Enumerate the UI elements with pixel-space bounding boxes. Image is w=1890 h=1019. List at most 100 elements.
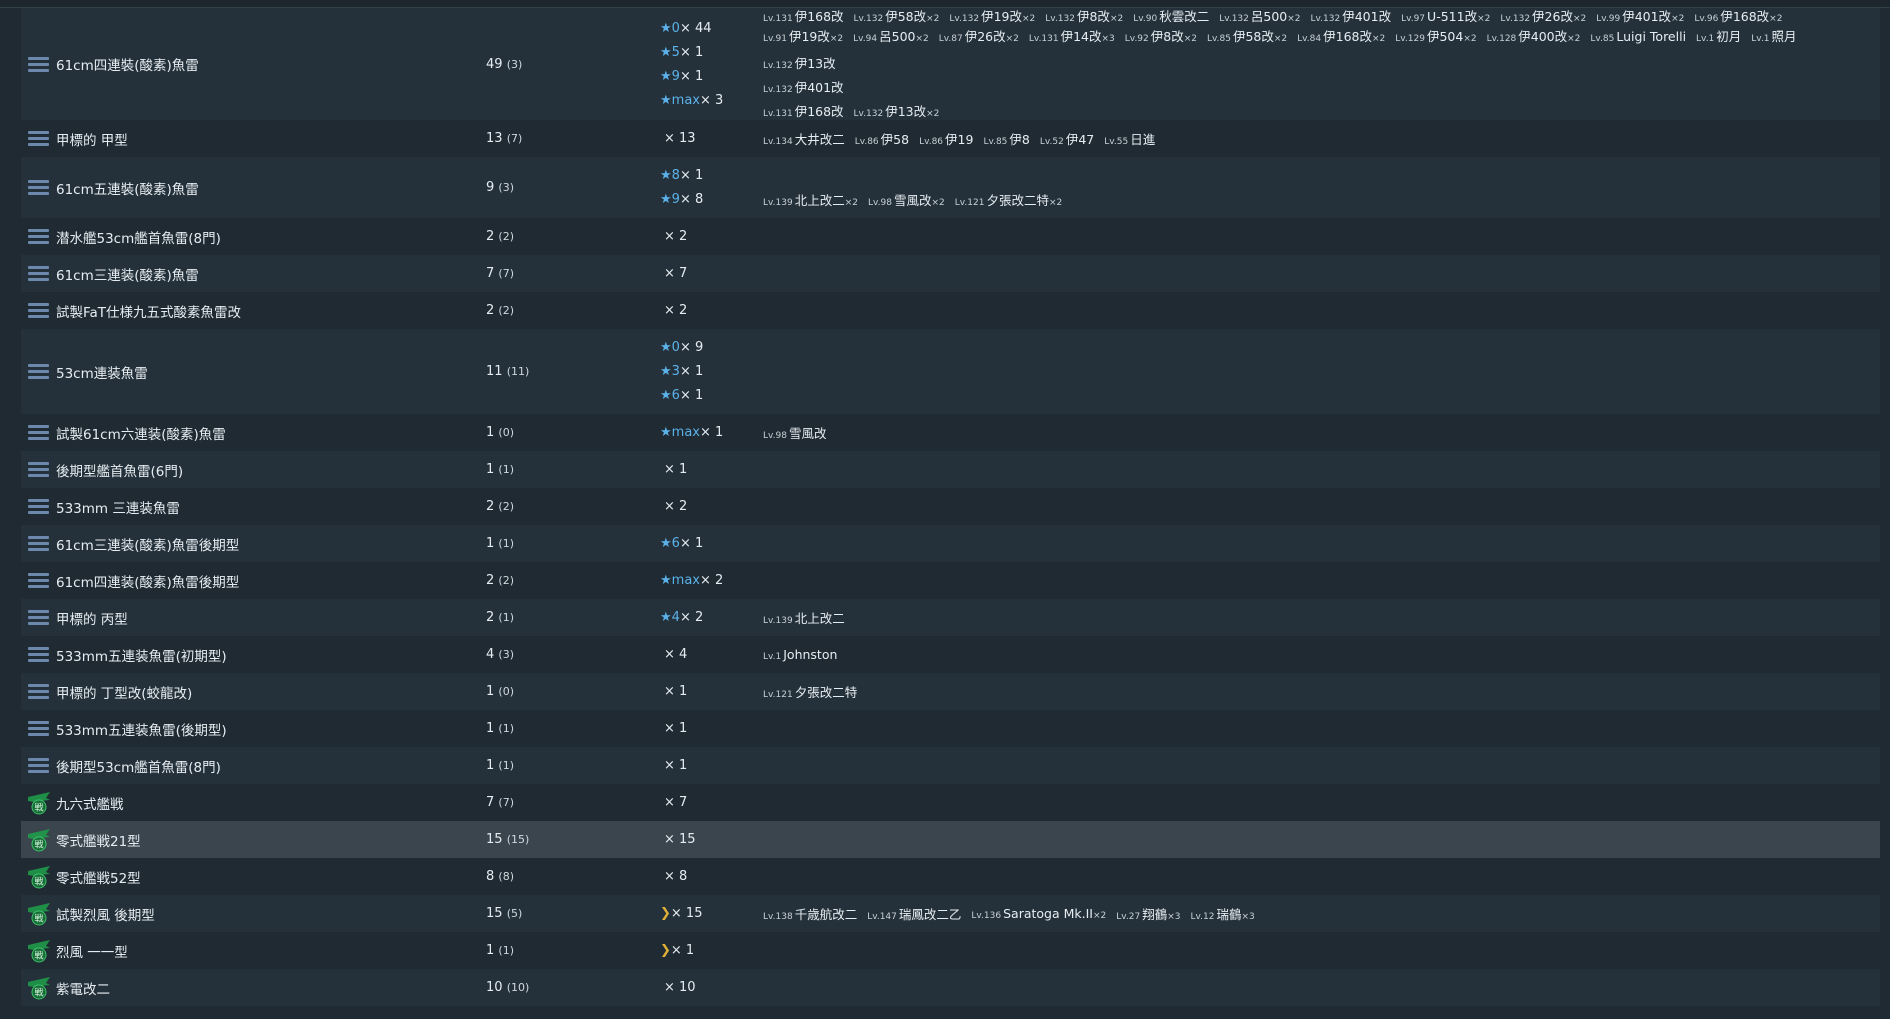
free-count: (1) [498, 463, 515, 476]
equipment-row[interactable]: 後期型53cm艦首魚雷(8門) 1 (1) × 1 [21, 747, 1880, 784]
improvement-line: ★ max × 3 [660, 88, 763, 112]
equipment-type-icon-cell [21, 180, 56, 195]
equipment-row[interactable]: 戦烈風 一一型 1 (1) ❯ × 1 [21, 932, 1880, 969]
equipment-name[interactable]: 61cm四連裝(酸素)魚雷 [56, 54, 486, 74]
ship-entry[interactable]: Lv.121 夕張改二特×2 [955, 190, 1062, 209]
ship-entry[interactable]: Lv.131 伊14改×3 [1029, 28, 1115, 48]
equipment-row[interactable]: 戦 紫電改二 10 (10) × 10 [21, 969, 1880, 1006]
equipment-name[interactable]: 烈風 一一型 [56, 941, 486, 961]
equipment-row[interactable]: 61cm四連裝(酸素)魚雷 49 (3) ★ 0 × 44 ★ 5 × 1 ★ 9 × 1 ★ m… [21, 8, 1880, 120]
ship-entry[interactable]: Lv.87 伊26改×2 [939, 28, 1019, 48]
ship-entry[interactable]: Lv.85 伊8 [983, 129, 1029, 148]
ship-entry[interactable]: Lv.134 大井改二 [763, 129, 845, 148]
ship-entry[interactable]: Lv.132 呂500×2 [1219, 8, 1300, 28]
equipment-row[interactable]: 61cm五連裝(酸素)魚雷 9 (3) ★ 8 × 1 ★ 9 × 8 Lv.139 北上改二… [21, 157, 1880, 218]
ship-entry[interactable]: Lv.94 呂500×2 [853, 28, 929, 48]
ship-entry[interactable]: Lv.136 Saratoga Mk.II×2 [971, 906, 1106, 921]
ship-multiplier: ×2 [1463, 34, 1477, 44]
ship-entry[interactable]: Lv.86 伊19 [919, 129, 973, 148]
ship-list [763, 164, 1880, 188]
ship-entry[interactable]: Lv.139 北上改二×2 [763, 190, 858, 209]
equipment-name[interactable]: 零式艦戦52型 [56, 867, 486, 887]
ship-entry[interactable]: Lv.27 翔鶴×3 [1116, 904, 1180, 923]
ship-entry[interactable]: Lv.86 伊58 [855, 129, 909, 148]
ship-entry[interactable]: Lv.97 U-511改×2 [1401, 8, 1490, 28]
equipment-name[interactable]: 紫電改二 [56, 978, 486, 998]
ship-entry[interactable]: Lv.85 Luigi Torelli [1590, 28, 1686, 48]
ship-entry[interactable]: Lv.132 伊58改×2 [854, 8, 940, 28]
ship-entry[interactable]: Lv.55 日進 [1104, 129, 1155, 148]
equipment-row[interactable]: 61cm三連装(酸素)魚雷後期型 1 (1) ★ 6 × 1 [21, 525, 1880, 562]
equipment-name[interactable]: 61cm四連装(酸素)魚雷後期型 [56, 571, 486, 591]
equipment-row[interactable]: 戦 零式艦戦52型 8 (8) × 8 [21, 858, 1880, 895]
ship-entry[interactable]: Lv.99 伊401改×2 [1596, 8, 1684, 28]
equipment-name[interactable]: 甲標的 丁型改(蛟龍改) [56, 682, 486, 702]
ship-entry[interactable]: Lv.98 雪風改×2 [868, 190, 945, 209]
equipment-name[interactable]: 533mm五連装魚雷(後期型) [56, 719, 486, 739]
ship-entry[interactable]: Lv.1 Johnston [763, 647, 837, 662]
equipment-name[interactable]: 九六式艦戦 [56, 793, 486, 813]
ship-entry[interactable]: Lv.138 千歳航改二 [763, 904, 857, 923]
equipment-row[interactable]: 甲標的 丁型改(蛟龍改) 1 (0) × 1 Lv.121 夕張改二特 [21, 673, 1880, 710]
ship-entry[interactable]: Lv.84 伊168改×2 [1297, 28, 1385, 48]
ship-entry[interactable]: Lv.129 伊504×2 [1395, 28, 1476, 48]
ship-entry[interactable]: Lv.96 伊168改×2 [1694, 8, 1782, 28]
free-count: (2) [498, 574, 515, 587]
equipment-row[interactable]: 533mm五連装魚雷(後期型) 1 (1) × 1 [21, 710, 1880, 747]
ship-entry[interactable]: Lv.1 照月 [1751, 28, 1796, 48]
ship-entry[interactable]: Lv.132 伊13改 [763, 53, 836, 72]
ship-entry[interactable]: Lv.91 伊19改×2 [763, 28, 843, 48]
equipment-name[interactable]: 試製烈風 後期型 [56, 904, 486, 924]
improvement-count: × 1 [664, 684, 688, 699]
ship-entry[interactable]: Lv.92 伊8改×2 [1125, 28, 1197, 48]
equipment-row[interactable]: 甲標的 丙型 2 (1) ★ 4 × 2 Lv.139 北上改二 [21, 599, 1880, 636]
ship-entry[interactable]: Lv.128 伊400改×2 [1487, 28, 1581, 48]
ship-entry[interactable]: Lv.132 伊26改×2 [1500, 8, 1586, 28]
equipment-name[interactable]: 零式艦戦21型 [56, 830, 486, 850]
equipment-row[interactable]: 試製61cm六連装(酸素)魚雷 1 (0) ★ max × 1 Lv.98 雪風改 [21, 414, 1880, 451]
equipment-row[interactable]: 53cm連装魚雷 11 (11) ★ 0 × 9 ★ 3 × 1 ★ 6 × 1 [21, 329, 1880, 414]
equipment-name[interactable]: 61cm三連装(酸素)魚雷 [56, 264, 486, 284]
ship-entry[interactable]: Lv.52 伊47 [1040, 129, 1094, 148]
ship-entry[interactable]: Lv.132 伊401改 [763, 77, 844, 96]
equipment-row[interactable]: 戦試製烈風 後期型 15 (5) ❯ × 15 Lv.138 千歳航改二 Lv.147 瑞鳳… [21, 895, 1880, 932]
equipment-name[interactable]: 533mm五連装魚雷(初期型) [56, 645, 486, 665]
ship-entry[interactable]: Lv.132 伊19改×2 [949, 8, 1035, 28]
equipment-row[interactable]: 533mm五連装魚雷(初期型) 4 (3) × 4 Lv.1 Johnston [21, 636, 1880, 673]
ship-entry[interactable]: Lv.132 伊401改 [1311, 8, 1392, 28]
equipment-name[interactable]: 甲標的 甲型 [56, 129, 486, 149]
ship-entry[interactable]: Lv.121 夕張改二特 [763, 682, 857, 701]
ship-entry[interactable]: Lv.131 伊168改 [763, 8, 844, 28]
total-count: 7 [486, 795, 495, 810]
ship-entry[interactable]: Lv.90 秋雲改二 [1133, 8, 1209, 28]
equipment-name[interactable]: 試製61cm六連装(酸素)魚雷 [56, 423, 486, 443]
ship-entry[interactable]: Lv.12 瑞鶴×3 [1191, 904, 1255, 923]
ship-entry[interactable]: Lv.98 雪風改 [763, 423, 826, 442]
equipment-row[interactable]: 61cm四連装(酸素)魚雷後期型 2 (2) ★ max × 2 [21, 562, 1880, 599]
equipment-row[interactable]: 甲標的 甲型 13 (7) × 13 Lv.134 大井改二 Lv.86 伊58 Lv.86… [21, 120, 1880, 157]
equipment-name[interactable]: 甲標的 丙型 [56, 608, 486, 628]
equipment-row[interactable]: 533mm 三連装魚雷 2 (2) × 2 [21, 488, 1880, 525]
ship-entry[interactable]: Lv.1 初月 [1696, 28, 1741, 48]
ship-entry[interactable]: Lv.131 伊168改 [763, 101, 844, 120]
equipment-row[interactable]: 戦 九六式艦戦 7 (7) × 7 [21, 784, 1880, 821]
equipment-name[interactable]: 潜水艦53cm艦首魚雷(8門) [56, 227, 486, 247]
ship-entry[interactable]: Lv.147 瑞鳳改二乙 [867, 904, 961, 923]
equipment-row[interactable]: 戦 零式艦戦21型 15 (15) × 15 [21, 821, 1880, 858]
equipment-row[interactable]: 61cm三連装(酸素)魚雷 7 (7) × 7 [21, 255, 1880, 292]
ship-entry[interactable]: Lv.85 伊58改×2 [1207, 28, 1287, 48]
equipment-row[interactable]: 潜水艦53cm艦首魚雷(8門) 2 (2) × 2 [21, 218, 1880, 255]
equipment-row[interactable]: 後期型艦首魚雷(6門) 1 (1) × 1 [21, 451, 1880, 488]
ship-entry[interactable]: Lv.132 伊8改×2 [1045, 8, 1123, 28]
equipment-name[interactable]: 試製FaT仕様九五式酸素魚雷改 [56, 301, 486, 321]
equipment-row[interactable]: 試製FaT仕様九五式酸素魚雷改 2 (2) × 2 [21, 292, 1880, 329]
ship-level: Lv.99 [1596, 14, 1621, 24]
equipment-name[interactable]: 後期型艦首魚雷(6門) [56, 460, 486, 480]
equipment-name[interactable]: 61cm三連装(酸素)魚雷後期型 [56, 534, 486, 554]
ship-entry[interactable]: Lv.132 伊13改×2 [854, 101, 940, 120]
equipment-name[interactable]: 533mm 三連装魚雷 [56, 497, 486, 517]
equipment-name[interactable]: 61cm五連裝(酸素)魚雷 [56, 178, 486, 198]
equipment-name[interactable]: 後期型53cm艦首魚雷(8門) [56, 756, 486, 776]
equipment-name[interactable]: 53cm連装魚雷 [56, 362, 486, 382]
ship-entry[interactable]: Lv.139 北上改二 [763, 608, 845, 627]
